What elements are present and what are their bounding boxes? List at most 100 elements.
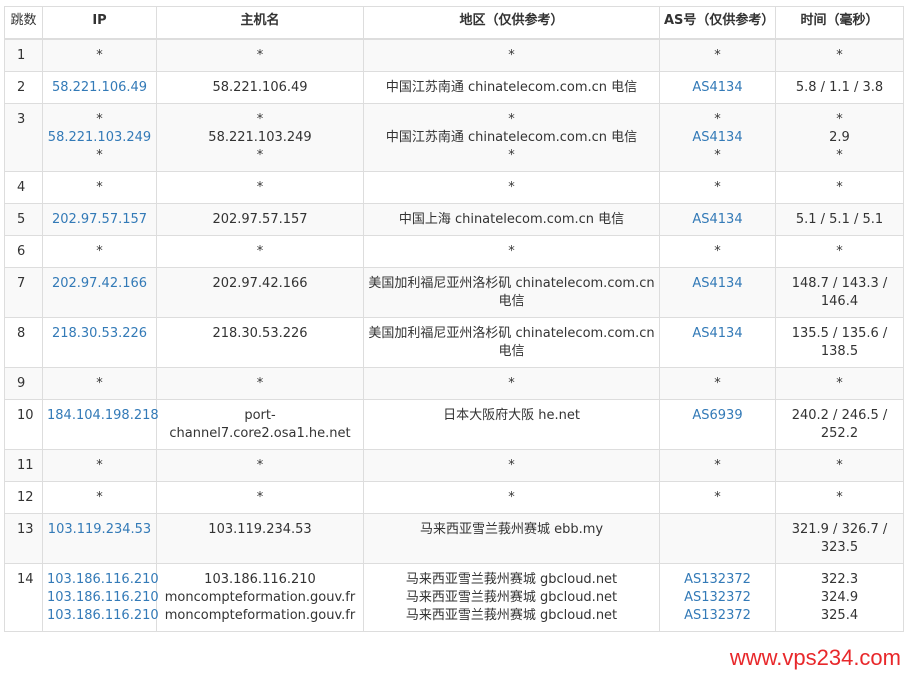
asn-link[interactable]: AS4134 [664, 275, 771, 293]
asn-cell: * [659, 481, 776, 514]
asn-text: * [714, 148, 721, 163]
asn-text: * [714, 48, 721, 63]
hostname-text: port-channel7.core2.osa1.he.net [169, 408, 351, 441]
ip-cell: * [42, 367, 157, 400]
ip-link[interactable]: 103.186.116.210 [47, 589, 159, 607]
asn-link[interactable]: AS4134 [664, 211, 771, 229]
ip-cell: 202.97.42.166 [42, 267, 157, 318]
hostname-text: 58.221.103.249 [208, 130, 312, 145]
hop-cell: 6 [4, 235, 43, 268]
region-text: 日本大阪府大阪 he.net [443, 408, 580, 423]
asn-cell: AS6939 [659, 399, 776, 450]
ip-link[interactable]: 58.221.103.249 [47, 129, 152, 147]
region-cell: * 中国江苏南通 chinatelecom.com.cn 电信 * [363, 103, 660, 172]
time-text: * [836, 180, 843, 195]
asn-link[interactable]: AS132372 [664, 589, 771, 607]
time-cell: * [775, 38, 904, 72]
time-cell: 321.9 / 326.7 / 323.5 [775, 513, 904, 564]
asn-link[interactable]: AS4134 [664, 129, 771, 147]
ip-link[interactable]: 103.186.116.210 [47, 571, 159, 589]
table-row: 7 202.97.42.166 202.97.42.166 美国加利福尼亚州洛杉矶 c… [4, 267, 904, 318]
time-text: * [836, 458, 843, 473]
hostname-cell: 218.30.53.226 [156, 317, 364, 368]
hop-cell: 2 [4, 71, 43, 104]
asn-cell: AS4134 [659, 267, 776, 318]
region-text: 美国加利福尼亚州洛杉矶 chinatelecom.com.cn 电信 [368, 276, 655, 309]
ip-text: * [96, 180, 103, 195]
ip-link[interactable]: 218.30.53.226 [47, 325, 152, 343]
header-hostname: 主机名 [156, 6, 364, 40]
region-text: * [508, 490, 515, 505]
region-cell: 马来西亚雪兰莪州赛城 gbcloud.net 马来西亚雪兰莪州赛城 gbcloud… [363, 563, 660, 632]
traceroute-table: 跳数 IP 主机名 地区（仅供参考） AS号（仅供参考） 时间（毫秒） 1 * * *… [4, 6, 904, 632]
hostname-text: * [256, 148, 264, 163]
ip-cell: 184.104.198.218 [42, 399, 159, 450]
time-text: 240.2 / 246.5 / 252.2 [791, 408, 888, 441]
table-row: 14 103.186.116.210 103.186.116.210 103.186.… [4, 563, 904, 632]
asn-text: * [714, 244, 721, 259]
asn-link[interactable]: AS6939 [664, 407, 771, 425]
hostname-text: moncompteformation.gouv.fr [164, 608, 356, 623]
hostname-cell: * [156, 38, 364, 72]
time-cell: 240.2 / 246.5 / 252.2 [775, 399, 904, 450]
ip-text: * [96, 112, 103, 127]
hostname-cell: 103.186.116.210 moncompteformation.gouv.f… [156, 563, 364, 632]
table-row: 4 * * * * * [4, 171, 904, 204]
asn-cell: AS4134 [659, 203, 776, 236]
table-row: 5 202.97.57.157 202.97.57.157 中国上海 chinatel… [4, 203, 904, 236]
table-row: 6 * * * * * [4, 235, 904, 268]
asn-text: * [714, 490, 721, 505]
time-cell: * [775, 481, 904, 514]
ip-link[interactable]: 103.119.234.53 [47, 521, 152, 539]
ip-link[interactable]: 202.97.42.166 [47, 275, 152, 293]
ip-link[interactable]: 58.221.106.49 [47, 79, 152, 97]
asn-link[interactable]: AS132372 [664, 607, 771, 625]
hostname-text: * [256, 376, 264, 391]
ip-cell: 58.221.106.49 [42, 71, 157, 104]
header-region: 地区（仅供参考） [363, 6, 660, 40]
region-text: * [508, 112, 515, 127]
ip-text: * [96, 244, 103, 259]
hostname-text: 103.186.116.210 [204, 572, 316, 587]
hostname-cell: 202.97.57.157 [156, 203, 364, 236]
table-row: 11 * * * * * [4, 449, 904, 482]
region-text: * [508, 244, 515, 259]
ip-cell: * [42, 235, 157, 268]
hop-cell: 10 [4, 399, 43, 450]
hostname-cell: * 58.221.103.249 * [156, 103, 364, 172]
region-cell: 日本大阪府大阪 he.net [363, 399, 660, 450]
hostname-cell: port-channel7.core2.osa1.he.net [156, 399, 364, 450]
asn-cell: * [659, 449, 776, 482]
hop-cell: 14 [4, 563, 43, 632]
time-cell: 5.8 / 1.1 / 3.8 [775, 71, 904, 104]
asn-link[interactable]: AS132372 [664, 571, 771, 589]
hostname-cell: 202.97.42.166 [156, 267, 364, 318]
time-text: 321.9 / 326.7 / 323.5 [791, 522, 888, 555]
ip-link[interactable]: 103.186.116.210 [47, 607, 159, 625]
asn-link[interactable]: AS4134 [664, 325, 771, 343]
hostname-text: 218.30.53.226 [212, 326, 308, 341]
hostname-cell: 103.119.234.53 [156, 513, 364, 564]
time-text: 324.9 [820, 590, 859, 605]
ip-cell: * 58.221.103.249 * [42, 103, 157, 172]
region-text: 中国上海 chinatelecom.com.cn 电信 [398, 212, 625, 227]
hostname-text: * [256, 48, 264, 63]
time-text: 5.8 / 1.1 / 3.8 [795, 80, 884, 95]
asn-text: * [714, 376, 721, 391]
ip-cell: * [42, 481, 157, 514]
ip-link[interactable]: 184.104.198.218 [47, 407, 159, 425]
ip-link[interactable]: 202.97.57.157 [47, 211, 152, 229]
hop-cell: 4 [4, 171, 43, 204]
hostname-cell: * [156, 449, 364, 482]
asn-text: * [714, 180, 721, 195]
region-text: 马来西亚雪兰莪州赛城 gbcloud.net [405, 572, 618, 587]
ip-cell: * [42, 171, 157, 204]
asn-link[interactable]: AS4134 [664, 79, 771, 97]
time-text: * [836, 244, 843, 259]
region-cell: * [363, 367, 660, 400]
time-cell: * [775, 171, 904, 204]
hop-cell: 12 [4, 481, 43, 514]
asn-text: * [714, 458, 721, 473]
ip-cell: 103.119.234.53 [42, 513, 157, 564]
time-cell: * 2.9 * [775, 103, 904, 172]
